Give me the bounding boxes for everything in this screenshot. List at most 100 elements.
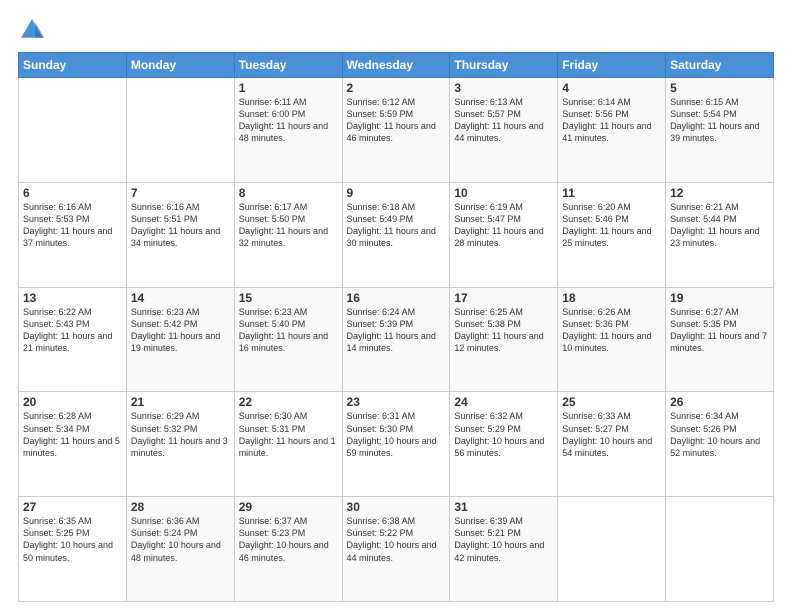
day-cell: 21Sunrise: 6:29 AM Sunset: 5:32 PM Dayli… (126, 392, 234, 497)
day-info: Sunrise: 6:15 AM Sunset: 5:54 PM Dayligh… (670, 96, 769, 145)
day-number: 11 (562, 186, 661, 200)
day-cell: 14Sunrise: 6:23 AM Sunset: 5:42 PM Dayli… (126, 287, 234, 392)
day-number: 2 (347, 81, 446, 95)
day-info: Sunrise: 6:20 AM Sunset: 5:46 PM Dayligh… (562, 201, 661, 250)
day-info: Sunrise: 6:18 AM Sunset: 5:49 PM Dayligh… (347, 201, 446, 250)
col-header-friday: Friday (558, 53, 666, 78)
day-info: Sunrise: 6:38 AM Sunset: 5:22 PM Dayligh… (347, 515, 446, 564)
week-row-3: 13Sunrise: 6:22 AM Sunset: 5:43 PM Dayli… (19, 287, 774, 392)
day-number: 31 (454, 500, 553, 514)
col-header-wednesday: Wednesday (342, 53, 450, 78)
day-number: 27 (23, 500, 122, 514)
day-cell: 31Sunrise: 6:39 AM Sunset: 5:21 PM Dayli… (450, 497, 558, 602)
day-cell: 28Sunrise: 6:36 AM Sunset: 5:24 PM Dayli… (126, 497, 234, 602)
day-cell: 22Sunrise: 6:30 AM Sunset: 5:31 PM Dayli… (234, 392, 342, 497)
day-cell: 30Sunrise: 6:38 AM Sunset: 5:22 PM Dayli… (342, 497, 450, 602)
day-number: 1 (239, 81, 338, 95)
day-number: 22 (239, 395, 338, 409)
day-cell: 24Sunrise: 6:32 AM Sunset: 5:29 PM Dayli… (450, 392, 558, 497)
day-number: 13 (23, 291, 122, 305)
day-number: 24 (454, 395, 553, 409)
week-row-1: 1Sunrise: 6:11 AM Sunset: 6:00 PM Daylig… (19, 78, 774, 183)
day-number: 29 (239, 500, 338, 514)
col-header-sunday: Sunday (19, 53, 127, 78)
day-number: 14 (131, 291, 230, 305)
week-row-5: 27Sunrise: 6:35 AM Sunset: 5:25 PM Dayli… (19, 497, 774, 602)
day-info: Sunrise: 6:14 AM Sunset: 5:56 PM Dayligh… (562, 96, 661, 145)
day-info: Sunrise: 6:36 AM Sunset: 5:24 PM Dayligh… (131, 515, 230, 564)
day-cell: 27Sunrise: 6:35 AM Sunset: 5:25 PM Dayli… (19, 497, 127, 602)
day-cell: 16Sunrise: 6:24 AM Sunset: 5:39 PM Dayli… (342, 287, 450, 392)
day-cell: 11Sunrise: 6:20 AM Sunset: 5:46 PM Dayli… (558, 182, 666, 287)
day-number: 6 (23, 186, 122, 200)
day-number: 7 (131, 186, 230, 200)
day-cell: 26Sunrise: 6:34 AM Sunset: 5:26 PM Dayli… (666, 392, 774, 497)
day-info: Sunrise: 6:37 AM Sunset: 5:23 PM Dayligh… (239, 515, 338, 564)
day-info: Sunrise: 6:32 AM Sunset: 5:29 PM Dayligh… (454, 410, 553, 459)
day-number: 5 (670, 81, 769, 95)
day-info: Sunrise: 6:25 AM Sunset: 5:38 PM Dayligh… (454, 306, 553, 355)
day-cell: 8Sunrise: 6:17 AM Sunset: 5:50 PM Daylig… (234, 182, 342, 287)
day-cell (558, 497, 666, 602)
day-number: 28 (131, 500, 230, 514)
day-info: Sunrise: 6:29 AM Sunset: 5:32 PM Dayligh… (131, 410, 230, 459)
day-number: 10 (454, 186, 553, 200)
day-number: 19 (670, 291, 769, 305)
day-cell: 25Sunrise: 6:33 AM Sunset: 5:27 PM Dayli… (558, 392, 666, 497)
header (18, 16, 774, 44)
day-cell: 4Sunrise: 6:14 AM Sunset: 5:56 PM Daylig… (558, 78, 666, 183)
day-number: 25 (562, 395, 661, 409)
day-info: Sunrise: 6:13 AM Sunset: 5:57 PM Dayligh… (454, 96, 553, 145)
day-cell (19, 78, 127, 183)
day-info: Sunrise: 6:19 AM Sunset: 5:47 PM Dayligh… (454, 201, 553, 250)
day-info: Sunrise: 6:23 AM Sunset: 5:42 PM Dayligh… (131, 306, 230, 355)
day-info: Sunrise: 6:16 AM Sunset: 5:53 PM Dayligh… (23, 201, 122, 250)
page: SundayMondayTuesdayWednesdayThursdayFrid… (0, 0, 792, 612)
day-number: 16 (347, 291, 446, 305)
day-cell: 10Sunrise: 6:19 AM Sunset: 5:47 PM Dayli… (450, 182, 558, 287)
day-cell: 5Sunrise: 6:15 AM Sunset: 5:54 PM Daylig… (666, 78, 774, 183)
day-cell: 18Sunrise: 6:26 AM Sunset: 5:36 PM Dayli… (558, 287, 666, 392)
day-cell: 29Sunrise: 6:37 AM Sunset: 5:23 PM Dayli… (234, 497, 342, 602)
day-info: Sunrise: 6:34 AM Sunset: 5:26 PM Dayligh… (670, 410, 769, 459)
col-header-saturday: Saturday (666, 53, 774, 78)
day-number: 20 (23, 395, 122, 409)
day-cell: 6Sunrise: 6:16 AM Sunset: 5:53 PM Daylig… (19, 182, 127, 287)
day-info: Sunrise: 6:21 AM Sunset: 5:44 PM Dayligh… (670, 201, 769, 250)
day-info: Sunrise: 6:27 AM Sunset: 5:35 PM Dayligh… (670, 306, 769, 355)
day-cell: 13Sunrise: 6:22 AM Sunset: 5:43 PM Dayli… (19, 287, 127, 392)
day-info: Sunrise: 6:39 AM Sunset: 5:21 PM Dayligh… (454, 515, 553, 564)
day-cell (666, 497, 774, 602)
day-cell: 1Sunrise: 6:11 AM Sunset: 6:00 PM Daylig… (234, 78, 342, 183)
day-cell (126, 78, 234, 183)
day-number: 18 (562, 291, 661, 305)
week-row-2: 6Sunrise: 6:16 AM Sunset: 5:53 PM Daylig… (19, 182, 774, 287)
logo-icon (18, 16, 46, 44)
col-header-tuesday: Tuesday (234, 53, 342, 78)
day-info: Sunrise: 6:28 AM Sunset: 5:34 PM Dayligh… (23, 410, 122, 459)
header-row: SundayMondayTuesdayWednesdayThursdayFrid… (19, 53, 774, 78)
day-number: 30 (347, 500, 446, 514)
day-cell: 23Sunrise: 6:31 AM Sunset: 5:30 PM Dayli… (342, 392, 450, 497)
day-cell: 17Sunrise: 6:25 AM Sunset: 5:38 PM Dayli… (450, 287, 558, 392)
day-cell: 7Sunrise: 6:16 AM Sunset: 5:51 PM Daylig… (126, 182, 234, 287)
day-number: 4 (562, 81, 661, 95)
day-number: 21 (131, 395, 230, 409)
day-info: Sunrise: 6:22 AM Sunset: 5:43 PM Dayligh… (23, 306, 122, 355)
calendar-table: SundayMondayTuesdayWednesdayThursdayFrid… (18, 52, 774, 602)
day-info: Sunrise: 6:17 AM Sunset: 5:50 PM Dayligh… (239, 201, 338, 250)
day-info: Sunrise: 6:11 AM Sunset: 6:00 PM Dayligh… (239, 96, 338, 145)
day-cell: 2Sunrise: 6:12 AM Sunset: 5:59 PM Daylig… (342, 78, 450, 183)
day-cell: 9Sunrise: 6:18 AM Sunset: 5:49 PM Daylig… (342, 182, 450, 287)
day-cell: 19Sunrise: 6:27 AM Sunset: 5:35 PM Dayli… (666, 287, 774, 392)
col-header-monday: Monday (126, 53, 234, 78)
day-number: 12 (670, 186, 769, 200)
day-number: 23 (347, 395, 446, 409)
day-info: Sunrise: 6:33 AM Sunset: 5:27 PM Dayligh… (562, 410, 661, 459)
day-number: 15 (239, 291, 338, 305)
day-number: 9 (347, 186, 446, 200)
day-cell: 3Sunrise: 6:13 AM Sunset: 5:57 PM Daylig… (450, 78, 558, 183)
day-info: Sunrise: 6:16 AM Sunset: 5:51 PM Dayligh… (131, 201, 230, 250)
day-info: Sunrise: 6:35 AM Sunset: 5:25 PM Dayligh… (23, 515, 122, 564)
day-info: Sunrise: 6:23 AM Sunset: 5:40 PM Dayligh… (239, 306, 338, 355)
